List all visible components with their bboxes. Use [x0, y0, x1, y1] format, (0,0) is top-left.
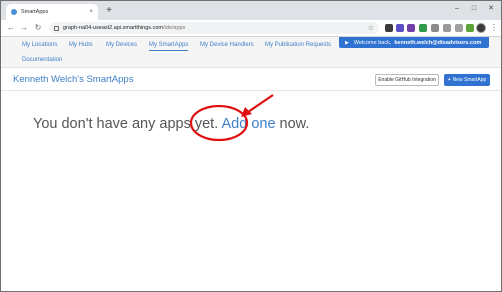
- extension-icon[interactable]: [431, 24, 439, 32]
- new-tab-button[interactable]: +: [103, 5, 115, 17]
- nav-item-my-locations[interactable]: My Locations: [22, 42, 57, 48]
- nav-item-documentation[interactable]: Documentation: [22, 57, 62, 63]
- tab-strip: SmartApps × + – □ ✕: [1, 1, 501, 20]
- extension-icon[interactable]: [466, 24, 474, 32]
- nav-item-my-device-handlers[interactable]: My Device Handlers: [200, 42, 254, 48]
- extension-icon[interactable]: [443, 24, 451, 32]
- header-divider: [1, 90, 501, 91]
- address-bar[interactable]: graph-na04-useast2.api.smartthings.com /…: [49, 22, 379, 34]
- tab-title: SmartApps: [21, 9, 49, 15]
- extension-icon[interactable]: [385, 24, 393, 32]
- new-smartapp-label: New SmartApp: [452, 77, 487, 83]
- add-one-link[interactable]: Add one: [221, 116, 275, 132]
- annotation-arrow-shaft: [247, 94, 274, 113]
- new-smartapp-button[interactable]: + New SmartApp: [444, 74, 490, 86]
- favicon-icon: [11, 9, 17, 15]
- lock-icon: [54, 25, 59, 31]
- browser-window: SmartApps × + – □ ✕ ← → ↻ graph-na04-use…: [0, 0, 502, 292]
- forward-icon[interactable]: →: [19, 23, 29, 33]
- maximize-icon[interactable]: □: [468, 4, 480, 14]
- empty-state-suffix: now.: [279, 116, 310, 132]
- reload-icon[interactable]: ↻: [33, 23, 43, 33]
- back-icon[interactable]: ←: [6, 23, 16, 33]
- star-icon[interactable]: ☆: [368, 24, 374, 32]
- nav-item-my-publication-requests[interactable]: My Publication Requests: [265, 42, 331, 48]
- nav-item-my-smartapps[interactable]: My SmartApps: [149, 42, 189, 51]
- chevron-right-icon: ▶: [345, 39, 349, 46]
- enable-github-button[interactable]: Enable GitHub Integration: [375, 74, 439, 86]
- browser-toolbar: ← → ↻ graph-na04-useast2.api.smartthings…: [1, 20, 501, 37]
- extension-icon[interactable]: [407, 24, 415, 32]
- menu-icon[interactable]: ⋮: [490, 23, 498, 33]
- tab-close-icon[interactable]: ×: [89, 9, 93, 15]
- empty-state-text: You don't have any apps yet.: [33, 116, 219, 132]
- welcome-banner[interactable]: ▶ Welcome back, kenneth.welch@dtsadvisor…: [339, 37, 489, 48]
- avatar[interactable]: [476, 23, 486, 33]
- minimize-icon[interactable]: –: [451, 4, 463, 14]
- url-path: /ide/apps: [162, 25, 186, 31]
- close-window-icon[interactable]: ✕: [485, 4, 497, 14]
- extension-icon[interactable]: [455, 24, 463, 32]
- nav-item-my-hubs[interactable]: My Hubs: [69, 42, 93, 48]
- empty-state-message: You don't have any apps yet. Add one now…: [33, 116, 309, 132]
- browser-tab[interactable]: SmartApps ×: [6, 4, 98, 20]
- extension-icon[interactable]: [419, 24, 427, 32]
- plus-icon: +: [447, 77, 451, 83]
- nav-item-my-devices[interactable]: My Devices: [106, 42, 137, 48]
- welcome-email: kenneth.welch@dtsadvisors.com: [394, 39, 482, 46]
- extension-icon[interactable]: [396, 24, 404, 32]
- page-title: Kenneth Welch's SmartApps: [13, 74, 134, 85]
- url-host: graph-na04-useast2.api.smartthings.com: [63, 25, 163, 31]
- welcome-text: Welcome back,: [353, 39, 392, 46]
